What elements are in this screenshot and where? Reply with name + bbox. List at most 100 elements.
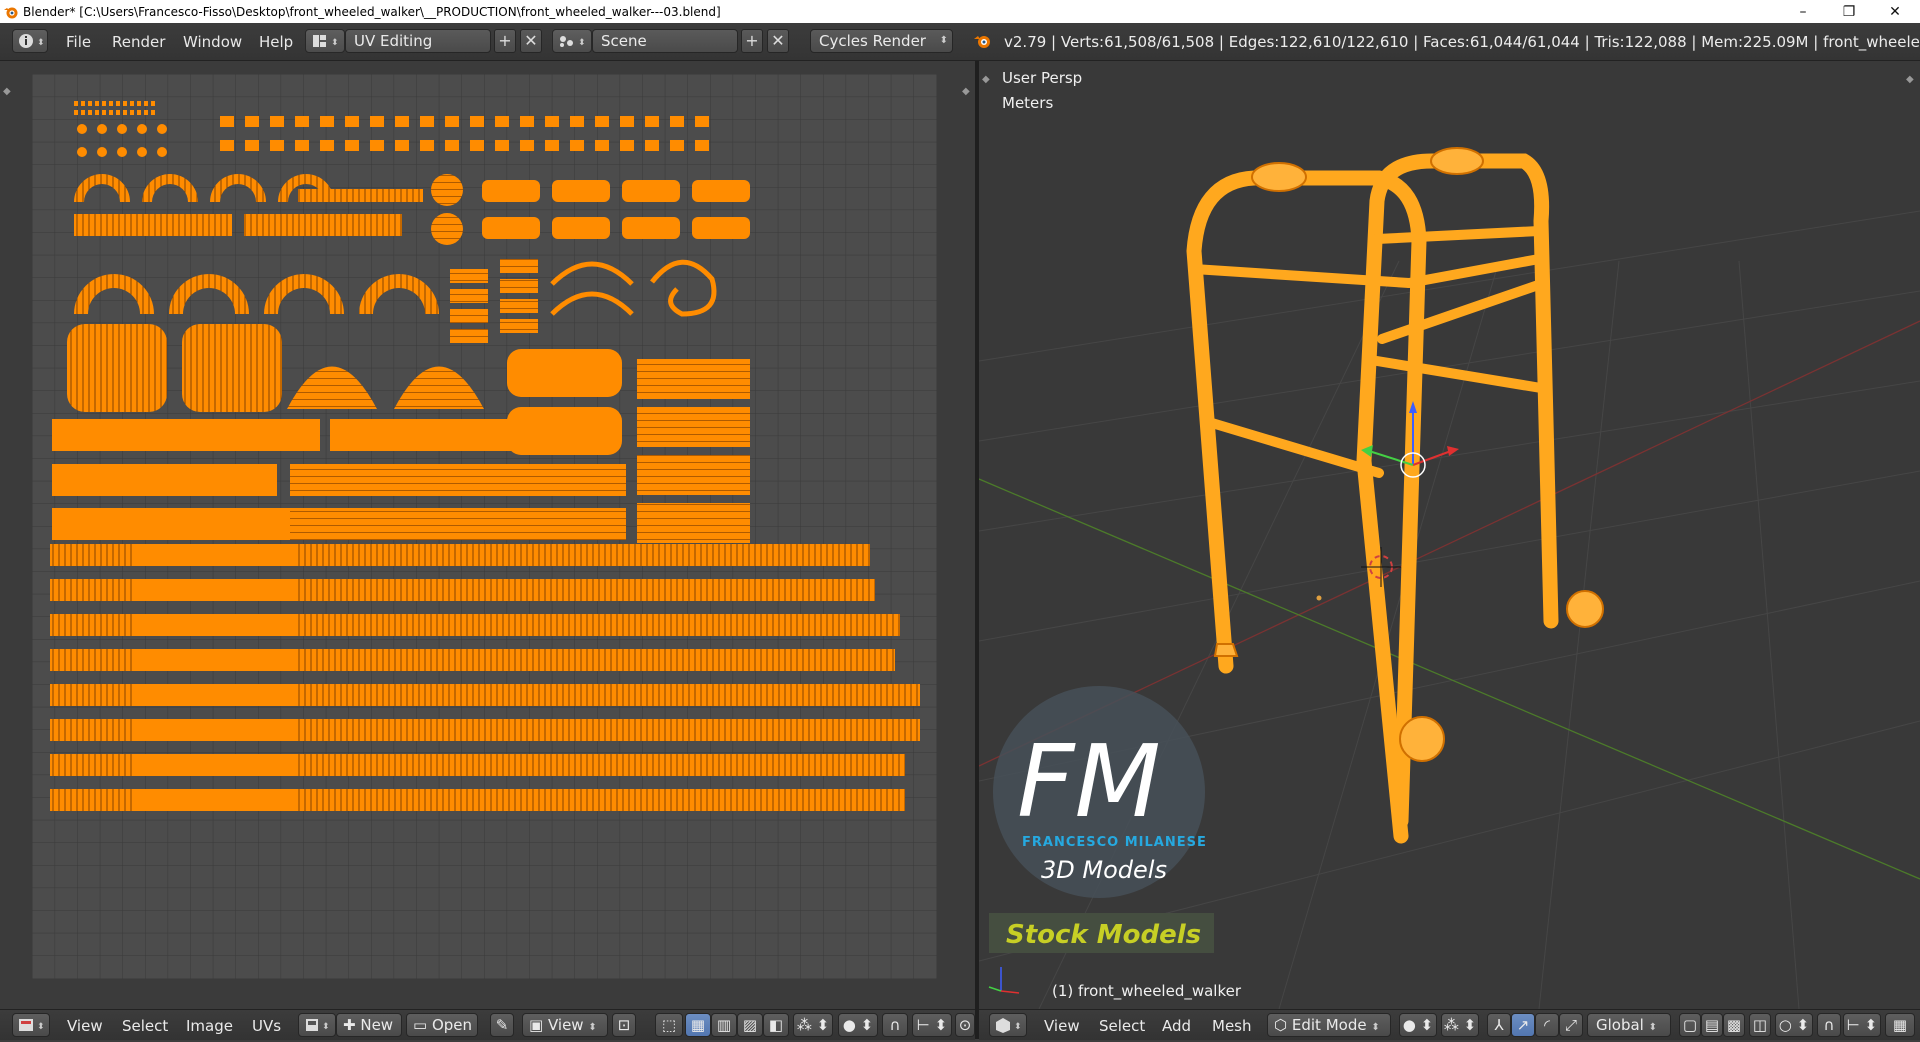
- editor-type-info-button[interactable]: ⬍: [12, 29, 48, 53]
- screen-layout-icon-button[interactable]: ⬍: [305, 29, 345, 53]
- 3d-menu-select[interactable]: Select: [1099, 1017, 1145, 1035]
- snap-element-dropdown[interactable]: ⊢ ⬍: [912, 1013, 952, 1037]
- rotate-manipulator-button[interactable]: ◜: [1535, 1013, 1559, 1037]
- screen-layout-field[interactable]: UV Editing: [345, 29, 491, 53]
- uv-island: [74, 110, 78, 115]
- select-vertex-button[interactable]: ▦: [685, 1013, 711, 1037]
- new-image-button[interactable]: ✚ New: [336, 1013, 402, 1037]
- select-edge-button[interactable]: ▥: [711, 1013, 737, 1037]
- scale-manipulator-button[interactable]: ⤢: [1559, 1013, 1583, 1037]
- uv-island: [450, 329, 488, 343]
- uv-island: [102, 101, 106, 106]
- region-toggle-icon[interactable]: ◆: [1906, 74, 1914, 85]
- 3d-viewport[interactable]: ◆ ◆ User Persp Meters FM FRANCESCO MILAN…: [979, 61, 1920, 1009]
- manipulator-toggle[interactable]: ⅄: [1487, 1013, 1511, 1037]
- transform-orientation-dropdown[interactable]: Global ⬍: [1587, 1013, 1671, 1037]
- viewport-shading-dropdown[interactable]: ● ⬍: [1399, 1013, 1437, 1037]
- delete-screen-button[interactable]: ✕: [520, 29, 542, 53]
- overlay-more-button[interactable]: ▦: [1885, 1013, 1915, 1037]
- delete-scene-button[interactable]: ✕: [767, 29, 789, 53]
- add-screen-button[interactable]: +: [494, 29, 516, 53]
- sticky-mode-dropdown[interactable]: ⁂ ⬍: [793, 1013, 833, 1037]
- mode-dropdown[interactable]: ⬡ Edit Mode ⬍: [1267, 1013, 1391, 1037]
- dropdown-arrows-icon: ⬍: [1648, 1022, 1658, 1033]
- close-button[interactable]: ✕: [1872, 0, 1918, 23]
- uv-island: [117, 124, 127, 134]
- fm-watermark-logo: FM FRANCESCO MILANESE 3D Models: [993, 686, 1206, 898]
- sticky-select-button[interactable]: ⬚: [655, 1013, 683, 1037]
- face-mode-button[interactable]: ▩: [1723, 1013, 1745, 1037]
- proportional-edit-3d-dropdown[interactable]: ○ ⬍: [1775, 1013, 1813, 1037]
- walker-left-grip: [1251, 162, 1307, 192]
- vertex-select-icon: ▦: [690, 1016, 706, 1034]
- menu-help[interactable]: Help: [259, 33, 293, 51]
- proportional-edit-dropdown[interactable]: ● ⬍: [838, 1013, 878, 1037]
- proportional-icon: ● ⬍: [842, 1016, 874, 1034]
- uv-more-button[interactable]: ⊙: [955, 1013, 975, 1037]
- snap-toggle-button[interactable]: ∩: [882, 1013, 908, 1037]
- uv-menu-uvs[interactable]: UVs: [252, 1017, 281, 1035]
- edge-mode-button[interactable]: ▤: [1701, 1013, 1723, 1037]
- restore-button[interactable]: ❐: [1826, 0, 1872, 23]
- uv-island: [470, 140, 484, 151]
- layer-button[interactable]: ▢: [1679, 1013, 1701, 1037]
- region-toggle-icon[interactable]: ◆: [3, 86, 11, 97]
- region-toggle-icon[interactable]: ◆: [982, 74, 990, 85]
- 3d-menu-view[interactable]: View: [1044, 1017, 1080, 1035]
- 3d-menu-mesh[interactable]: Mesh: [1212, 1017, 1252, 1035]
- select-face-button[interactable]: ▨: [737, 1013, 763, 1037]
- svg-text:⬍: ⬍: [1014, 1022, 1022, 1032]
- render-engine-dropdown[interactable]: Cycles Render ⬍: [810, 29, 953, 53]
- uv-menu-image[interactable]: Image: [186, 1017, 233, 1035]
- scene-field[interactable]: Scene: [592, 29, 738, 53]
- layout-grid-icon: ⬍: [313, 35, 339, 48]
- snap-3d-element-dropdown[interactable]: ⊢ ⬍: [1843, 1013, 1881, 1037]
- walker-crossbar: [1372, 226, 1544, 244]
- view-mode-label: View: [547, 1016, 584, 1034]
- open-image-button[interactable]: ▭ Open: [406, 1013, 478, 1037]
- 3d-menu-add[interactable]: Add: [1162, 1017, 1191, 1035]
- region-toggle-icon[interactable]: ◆: [962, 86, 970, 97]
- scene-icon-button[interactable]: ⬍: [552, 29, 592, 53]
- image-browse-button[interactable]: ⬍: [298, 1013, 336, 1037]
- limit-selection-button[interactable]: ◫: [1749, 1013, 1771, 1037]
- uv-layout-canvas[interactable]: [32, 74, 937, 979]
- menu-file[interactable]: File: [66, 33, 91, 51]
- uv-island: [345, 140, 359, 151]
- edit-mode-icon: ⬡: [1274, 1016, 1288, 1034]
- uv-image-editor[interactable]: ◆ ◆: [0, 61, 975, 1009]
- uv-menu-view[interactable]: View: [67, 1017, 103, 1035]
- uv-island: [622, 180, 680, 202]
- uv-island: [144, 101, 148, 106]
- uv-island: [95, 110, 99, 115]
- menu-window[interactable]: Window: [183, 33, 242, 51]
- menu-render[interactable]: Render: [112, 33, 165, 51]
- uv-island: [290, 508, 626, 540]
- uv-island: [116, 101, 120, 106]
- 3d-view-header: ⬍ View Select Add Mesh ⬡ Edit Mode ⬍ ● ⬍…: [979, 1009, 1920, 1040]
- editor-type-3d-button[interactable]: ⬍: [989, 1013, 1027, 1037]
- add-scene-button[interactable]: +: [741, 29, 763, 53]
- view-mode-icon: ▣: [529, 1016, 544, 1034]
- uv-island: [270, 140, 284, 151]
- uv-island: [507, 349, 622, 397]
- snap-3d-toggle[interactable]: ∩: [1817, 1013, 1841, 1037]
- view-mode-dropdown[interactable]: ▣ View ⬍: [522, 1013, 608, 1037]
- translate-manipulator-button[interactable]: ↗: [1511, 1013, 1535, 1037]
- pivot-button[interactable]: ⊡: [612, 1013, 636, 1037]
- uv-island: [620, 116, 634, 127]
- info-header: ⬍ File Render Window Help ⬍ UV Editing +…: [0, 23, 1920, 61]
- uv-island: [695, 116, 709, 127]
- uv-island: [132, 684, 297, 706]
- info-icon: ⬍: [19, 34, 45, 48]
- select-island-button[interactable]: ◧: [763, 1013, 789, 1037]
- pin-image-button[interactable]: ✎: [490, 1013, 514, 1037]
- uv-island: [220, 116, 234, 127]
- walker-model[interactable]: [1186, 147, 1604, 844]
- minimize-button[interactable]: –: [1780, 0, 1826, 23]
- editor-type-uv-button[interactable]: ⬍: [12, 1013, 50, 1037]
- dropdown-arrows-icon: ⬍: [939, 35, 948, 46]
- orientation-label: Global: [1596, 1016, 1644, 1034]
- pivot-point-dropdown[interactable]: ⁂ ⬍: [1441, 1013, 1479, 1037]
- uv-menu-select[interactable]: Select: [122, 1017, 168, 1035]
